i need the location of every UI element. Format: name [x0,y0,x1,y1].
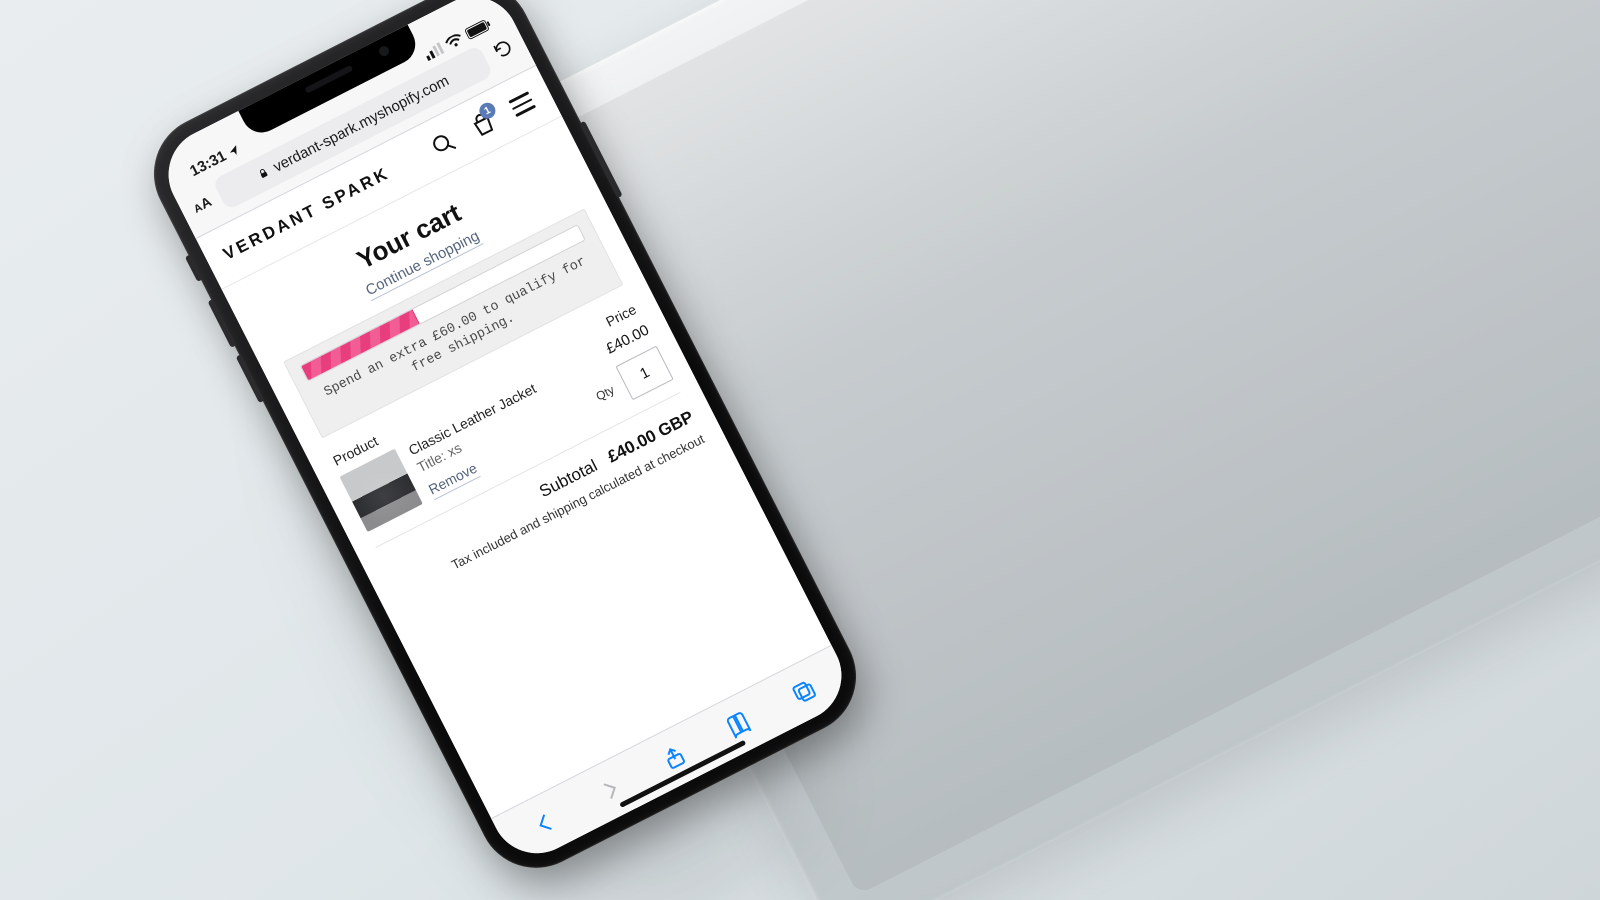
tabs-icon [787,675,819,707]
forward-button[interactable] [583,763,637,817]
reload-button[interactable] [490,35,519,65]
menu-button[interactable] [506,88,538,120]
location-services-icon [226,142,242,158]
back-button[interactable] [518,796,572,850]
cart-button[interactable]: 1 [467,108,499,140]
book-icon [723,708,755,740]
text-size-button[interactable]: AA [190,193,214,216]
search-button[interactable] [428,128,460,160]
hamburger-icon [508,91,536,117]
lock-icon [255,165,271,181]
search-icon [428,128,460,160]
column-price-label: Price [603,301,639,330]
qty-input[interactable] [616,346,674,401]
tabs-button[interactable] [776,665,830,719]
chevron-left-icon [529,807,561,839]
qty-label: Qty [594,383,617,404]
